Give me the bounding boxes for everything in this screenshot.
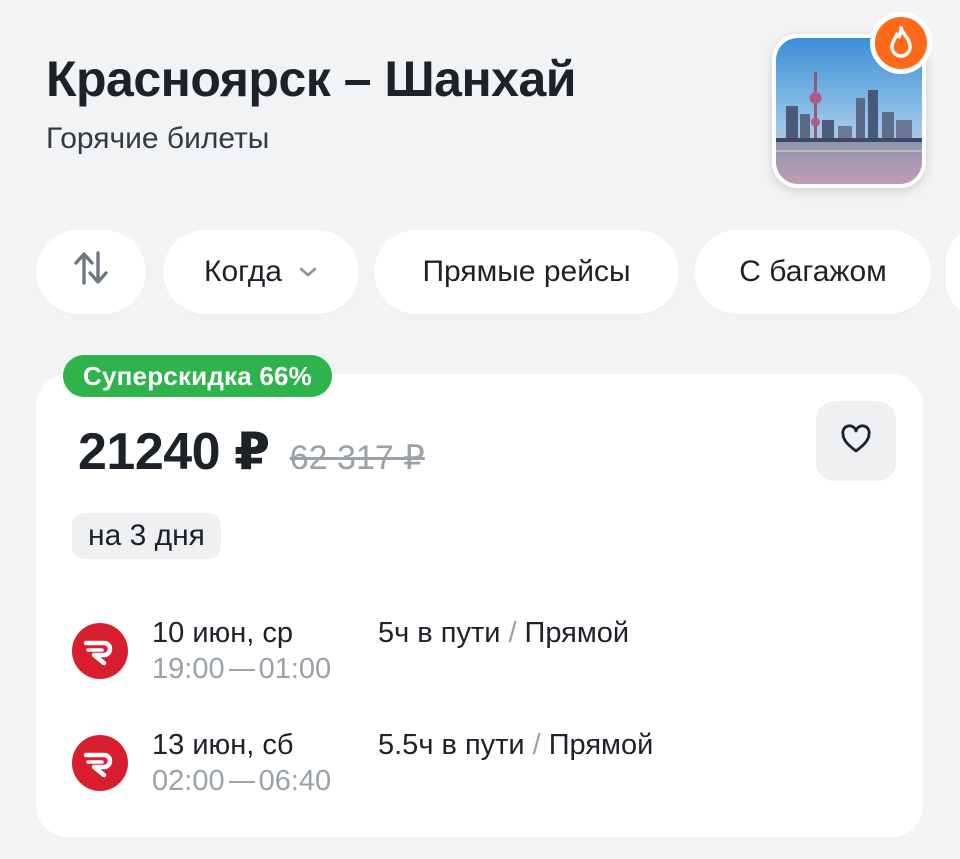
trip-duration-badge: на 3 дня <box>72 513 221 559</box>
flight-type: Прямой <box>548 729 654 761</box>
segment-time: 02:00 06:40 <box>152 765 331 798</box>
page-title: Красноярск – Шанхай <box>46 51 577 107</box>
chevron-down-icon <box>298 266 318 278</box>
departure-time: 19:00 <box>152 653 225 685</box>
departure-time: 02:00 <box>152 765 225 797</box>
time-separator <box>228 780 255 783</box>
price-row: 21240 ₽ 62 317 ₽ <box>78 422 425 482</box>
fire-icon <box>870 12 932 74</box>
when-filter-dropdown[interactable]: Когда <box>163 230 359 314</box>
airline-logo <box>72 735 128 791</box>
info-separator: / <box>508 617 517 649</box>
info-separator: / <box>532 729 541 761</box>
baggage-filter[interactable]: С багажом <box>695 230 931 314</box>
segment-date: 13 июн, сб <box>152 729 294 761</box>
flight-segment-return: 13 июн, сб 02:00 06:40 5.5ч в пути / Прямо… <box>72 729 872 809</box>
airline-logo <box>72 623 128 679</box>
swap-vertical-icon <box>73 249 109 295</box>
discount-badge: Суперскидка 66% <box>63 355 332 397</box>
favorite-button[interactable] <box>816 401 896 481</box>
segment-info: 5ч в пути / Прямой <box>378 617 629 650</box>
heart-icon <box>840 423 872 459</box>
swap-direction-button[interactable] <box>36 230 146 314</box>
ticket-price: 21240 ₽ <box>78 423 270 481</box>
flight-type: Прямой <box>524 617 630 649</box>
travel-time: 5.5ч в пути <box>378 729 525 761</box>
more-filters-chip[interactable] <box>946 230 960 314</box>
segment-time: 19:00 01:00 <box>152 653 331 686</box>
filter-bar: Когда Прямые рейсы С багажом <box>36 230 960 316</box>
direct-flights-label: Прямые рейсы <box>422 255 631 288</box>
arrival-time: 01:00 <box>258 653 332 685</box>
travel-time: 5ч в пути <box>378 617 501 649</box>
old-price: 62 317 ₽ <box>289 439 425 477</box>
segment-info: 5.5ч в пути / Прямой <box>378 729 653 762</box>
time-separator <box>228 668 255 671</box>
segment-date: 10 июн, ср <box>152 617 294 649</box>
baggage-filter-label: С багажом <box>739 255 887 288</box>
ticket-card[interactable]: 21240 ₽ 62 317 ₽ на 3 дня 10 июн, ср 19:… <box>36 374 923 837</box>
when-filter-label: Когда <box>204 255 282 288</box>
arrival-time: 06:40 <box>258 765 332 797</box>
page-header: Красноярск – Шанхай Горячие билеты <box>46 40 577 156</box>
page-subtitle: Горячие билеты <box>46 122 270 155</box>
flight-segment-outbound: 10 июн, ср 19:00 01:00 5ч в пути / Прямой <box>72 617 872 697</box>
direct-flights-filter[interactable]: Прямые рейсы <box>374 230 679 314</box>
